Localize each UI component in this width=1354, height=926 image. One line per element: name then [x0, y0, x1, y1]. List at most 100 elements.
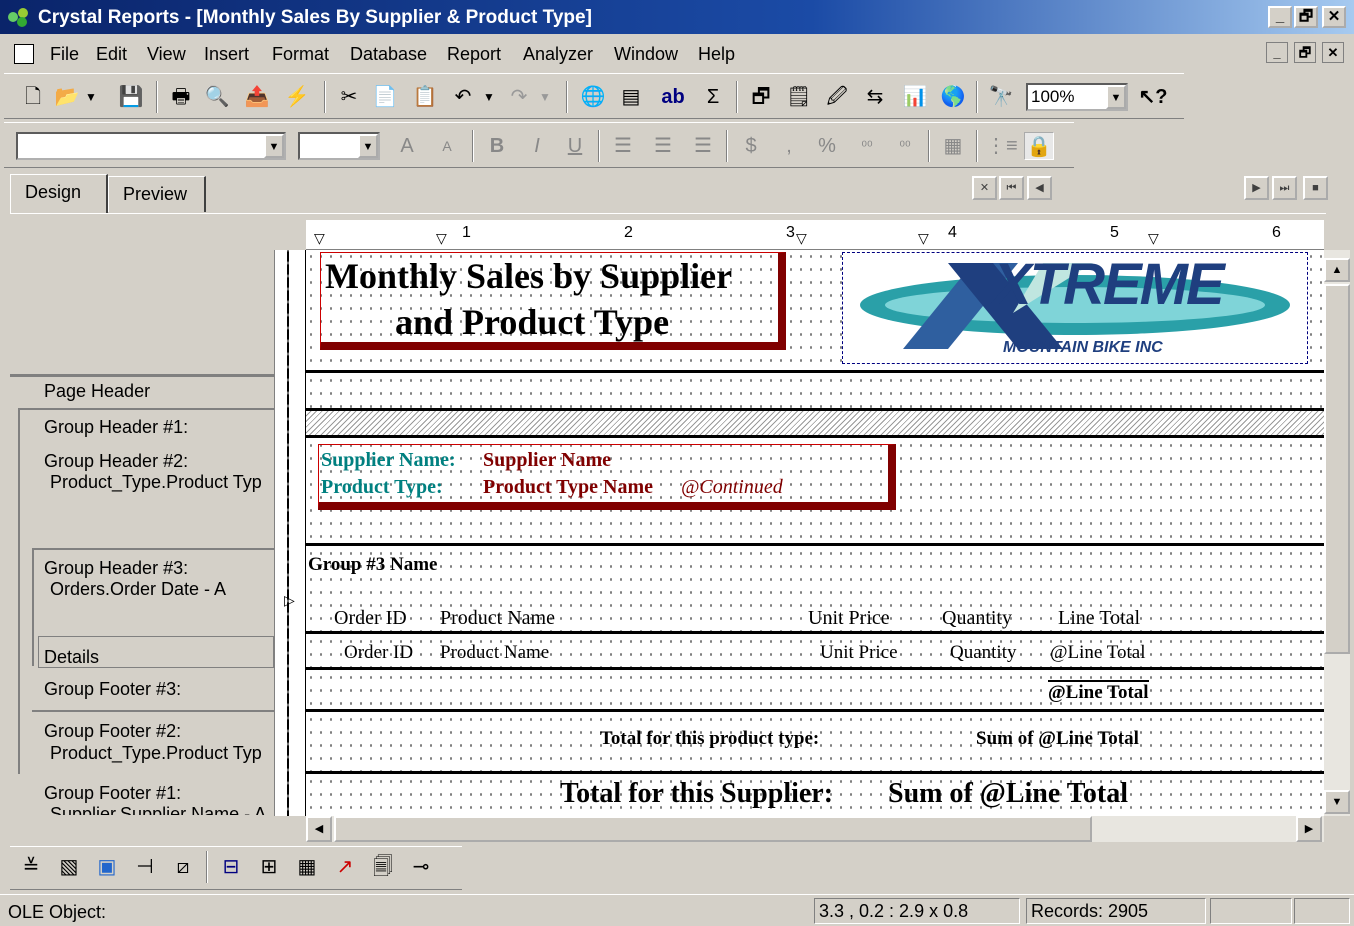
first-page-icon[interactable]: ⏮ — [999, 176, 1024, 200]
new-icon[interactable]: 🗋 — [18, 83, 48, 111]
company-logo[interactable]: XTREME MOUNTAIN BIKE INC — [842, 252, 1308, 364]
report-design-canvas[interactable]: Monthly Sales by Supplier and Product Ty… — [306, 250, 1324, 816]
gf3-line-total-sum[interactable]: @Line Total — [1048, 680, 1149, 704]
insert-group-tool-icon[interactable]: ⊣ — [130, 853, 160, 881]
menu-edit[interactable]: Edit — [96, 44, 127, 65]
undo-dropdown-icon[interactable]: ▼ — [482, 83, 496, 111]
chevron-down-icon[interactable]: ▼ — [358, 134, 378, 158]
section-details[interactable]: Details — [44, 646, 99, 668]
group-icon[interactable]: 🗗 — [746, 83, 776, 111]
vertical-ruler[interactable]: ▷ — [274, 250, 306, 816]
section-group-header-3[interactable]: Group Header #3: — [44, 557, 188, 579]
select-expert-icon[interactable]: 🖉 — [822, 83, 852, 111]
chevron-down-icon[interactable]: ▼ — [1106, 85, 1126, 109]
lock-format-icon[interactable]: 🔒 — [1024, 132, 1054, 160]
refresh-icon[interactable]: ⚡ — [282, 83, 312, 111]
cut-icon[interactable]: ✂ — [334, 83, 364, 111]
formula-icon[interactable]: 🗒 — [784, 83, 814, 111]
zoom-select[interactable]: 100% ▼ — [1026, 83, 1128, 111]
insert-picture-tool-icon[interactable]: ▣ — [92, 853, 122, 881]
currency-icon[interactable]: $ — [736, 132, 766, 160]
last-page-icon[interactable]: ⏭ — [1272, 176, 1297, 200]
detail-line-total[interactable]: @Line Total — [1050, 642, 1146, 664]
gf1-total-label[interactable]: Total for this Supplier: — [560, 778, 833, 810]
align-center-icon[interactable]: ☰ — [648, 132, 678, 160]
mdi-restore-button[interactable]: 🗗 — [1294, 42, 1316, 63]
gf1-sum-line-total[interactable]: Sum of @Line Total — [888, 778, 1128, 810]
close-view-icon[interactable]: ✕ — [972, 176, 997, 200]
help-pointer-icon[interactable]: ↖? — [1138, 83, 1168, 111]
scroll-thumb-horizontal[interactable] — [334, 816, 1092, 842]
stop-icon[interactable]: ■ — [1303, 176, 1328, 200]
band-group-header-1[interactable] — [306, 411, 1324, 435]
thousands-icon[interactable]: , — [774, 132, 804, 160]
menu-analyzer[interactable]: Analyzer — [523, 44, 593, 65]
decrease-font-icon[interactable]: A — [432, 132, 462, 160]
crosstab-icon[interactable]: ⇆ — [860, 83, 890, 111]
indent-icon[interactable]: ⋮≡ — [986, 132, 1018, 160]
minimize-button[interactable]: _ — [1268, 6, 1292, 28]
copy-icon[interactable]: 📄 — [370, 83, 400, 111]
decrease-decimals-icon[interactable]: ⁰⁰ — [890, 132, 920, 160]
underline-icon[interactable]: U — [560, 132, 590, 160]
restore-button[interactable]: 🗗 — [1294, 6, 1318, 28]
print-icon[interactable]: 🖶 — [166, 83, 196, 111]
summary-icon[interactable]: Σ — [698, 83, 728, 111]
increase-font-icon[interactable]: A — [392, 132, 422, 160]
menu-file[interactable]: File — [50, 44, 79, 65]
chevron-down-icon[interactable]: ▼ — [264, 134, 284, 158]
supplier-name-field[interactable]: Supplier Name — [483, 449, 611, 472]
undo-icon[interactable]: ↶ — [448, 83, 478, 111]
band-group-footer-3[interactable] — [306, 671, 1324, 709]
col-header-quantity[interactable]: Quantity — [942, 607, 1012, 630]
align-left-icon[interactable]: ☰ — [608, 132, 638, 160]
previous-page-icon[interactable]: ◀ — [1027, 176, 1052, 200]
scroll-thumb[interactable] — [1324, 284, 1350, 654]
percent-icon[interactable]: % — [812, 132, 842, 160]
insert-field-tool-icon[interactable]: ≚ — [16, 853, 46, 881]
menu-window[interactable]: Window — [614, 44, 678, 65]
insert-summary-tool-icon[interactable]: ⊟ — [216, 853, 246, 881]
align-right-icon[interactable]: ☰ — [688, 132, 718, 160]
print-preview-icon[interactable]: 🔍 — [202, 83, 232, 111]
tab-marker-icon[interactable]: ▽ — [796, 230, 807, 247]
export-icon[interactable]: 📤 — [242, 83, 272, 111]
menu-view[interactable]: View — [147, 44, 186, 65]
insert-crosstab-tool-icon[interactable]: ⊞ — [254, 853, 284, 881]
document-icon[interactable] — [14, 44, 34, 64]
band-page-header[interactable] — [306, 374, 1324, 408]
continued-formula[interactable]: @Continued — [681, 476, 783, 499]
title-box[interactable]: Monthly Sales by Supplier and Product Ty… — [320, 252, 786, 350]
open-icon[interactable]: 📂 — [52, 83, 82, 111]
font-name-select[interactable]: ▼ — [16, 132, 286, 160]
insert-line-tool-icon[interactable]: ⊸ — [406, 853, 436, 881]
section-group-header-2[interactable]: Group Header #2: — [44, 450, 188, 472]
col-header-product-name[interactable]: Product Name — [440, 607, 555, 630]
gf2-total-label[interactable]: Total for this product type: — [600, 728, 819, 750]
increase-decimals-icon[interactable]: ⁰⁰ — [852, 132, 882, 160]
supplier-name-label[interactable]: Supplier Name: — [321, 449, 456, 472]
insert-box-tool-icon[interactable]: ⧄ — [168, 853, 198, 881]
mdi-minimize-button[interactable]: _ — [1266, 42, 1288, 63]
scroll-left-button[interactable]: ◀ — [306, 816, 332, 842]
insert-olap-tool-icon[interactable]: ▦ — [292, 853, 322, 881]
menu-insert[interactable]: Insert — [204, 44, 249, 65]
vertical-scrollbar[interactable]: ▲ ▼ — [1324, 250, 1350, 816]
horizontal-scrollbar[interactable]: ◀ ▶ — [306, 816, 1324, 842]
section-page-header[interactable]: Page Header — [44, 380, 150, 402]
product-type-field[interactable]: Product Type Name — [483, 476, 653, 499]
tab-marker-icon[interactable]: ▽ — [436, 230, 447, 247]
col-header-unit-price[interactable]: Unit Price — [808, 607, 890, 630]
bold-icon[interactable]: B — [482, 132, 512, 160]
insert-chart-tool-icon[interactable]: ↗ — [330, 853, 360, 881]
chart-icon[interactable]: 📊 — [900, 83, 930, 111]
section-group-footer-1[interactable]: Group Footer #1: — [44, 782, 181, 804]
insert-text-tool-icon[interactable]: ▧ — [54, 853, 84, 881]
italic-icon[interactable]: I — [522, 132, 552, 160]
database-expert-icon[interactable]: 🌐 — [578, 83, 608, 111]
col-header-line-total[interactable]: Line Total — [1058, 607, 1140, 630]
product-type-label[interactable]: Product Type: — [321, 476, 443, 499]
section-group-footer-2[interactable]: Group Footer #2: — [44, 720, 181, 742]
section-group-header-1[interactable]: Group Header #1: — [44, 416, 188, 438]
text-object-icon[interactable]: ab — [658, 83, 688, 111]
